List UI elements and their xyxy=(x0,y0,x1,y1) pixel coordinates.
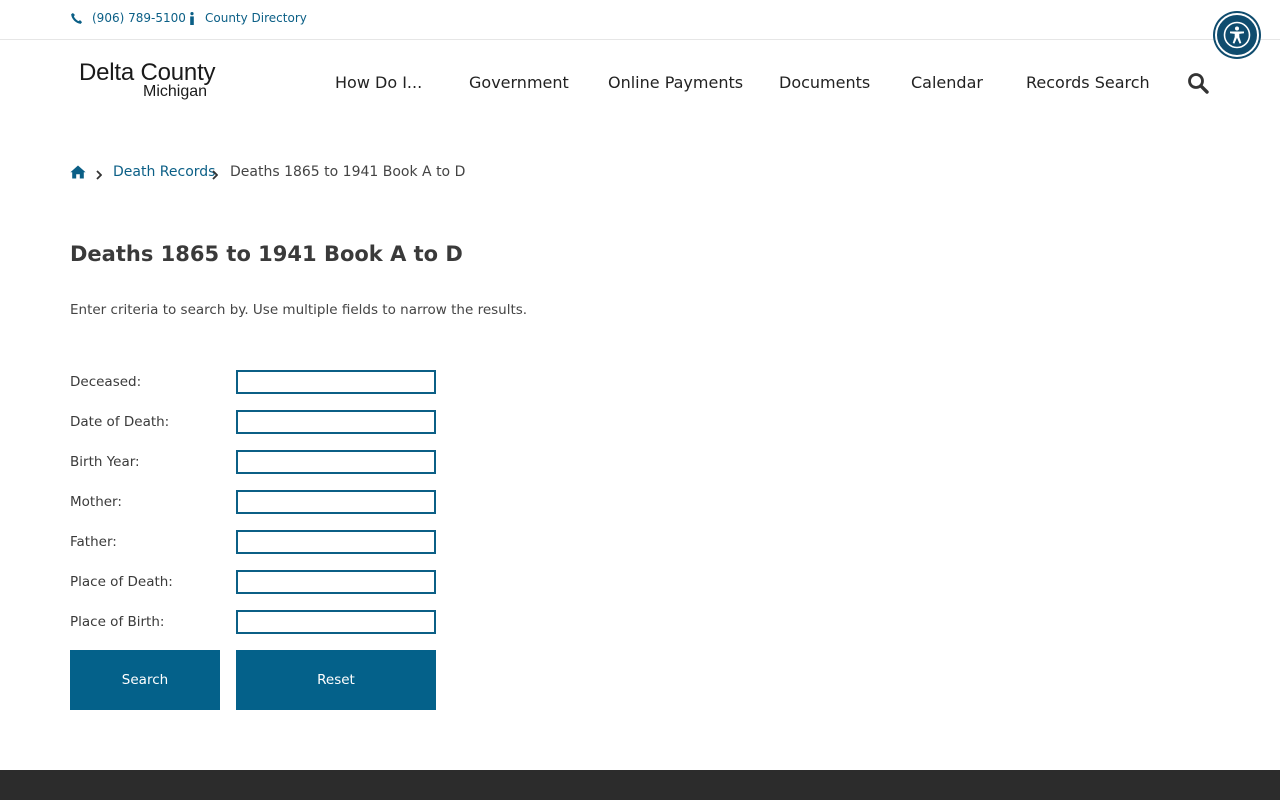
father-input[interactable] xyxy=(236,530,436,554)
place-of-death-label: Place of Death: xyxy=(70,574,173,590)
breadcrumb-current: Deaths 1865 to 1941 Book A to D xyxy=(230,164,466,180)
date-of-death-label: Date of Death: xyxy=(70,414,170,430)
search-button[interactable]: Search xyxy=(70,650,220,710)
nav-online-payments[interactable]: Online Payments xyxy=(608,73,743,92)
chevron-right-icon xyxy=(96,168,103,184)
form-row-father: Father: xyxy=(70,530,440,554)
form-row-mother: Mother: xyxy=(70,490,440,514)
form-row-place-of-death: Place of Death: xyxy=(70,570,440,594)
place-of-birth-input[interactable] xyxy=(236,610,436,634)
place-of-death-input[interactable] xyxy=(236,570,436,594)
site-search-button[interactable] xyxy=(1187,72,1209,94)
form-row-date-of-death: Date of Death: xyxy=(70,410,440,434)
mother-label: Mother: xyxy=(70,494,122,510)
form-row-deceased: Deceased: xyxy=(70,370,440,394)
nav-government[interactable]: Government xyxy=(469,73,569,92)
deceased-input[interactable] xyxy=(236,370,436,394)
page-title: Deaths 1865 to 1941 Book A to D xyxy=(70,242,463,266)
breadcrumb: Death Records Deaths 1865 to 1941 Book A… xyxy=(70,164,670,182)
footer xyxy=(0,770,1280,800)
form-row-place-of-birth: Place of Birth: xyxy=(70,610,440,634)
breadcrumb-death-records[interactable]: Death Records xyxy=(113,164,215,180)
county-directory-label: County Directory xyxy=(205,11,307,25)
phone-icon xyxy=(71,12,83,24)
mother-input[interactable] xyxy=(236,490,436,514)
father-label: Father: xyxy=(70,534,117,550)
place-of-birth-label: Place of Birth: xyxy=(70,614,165,630)
search-icon xyxy=(1188,73,1209,94)
main-nav: How Do I... Government Online Payments D… xyxy=(0,73,1280,95)
chevron-right-icon xyxy=(212,168,219,184)
form-row-birth-year: Birth Year: xyxy=(70,450,440,474)
deceased-label: Deceased: xyxy=(70,374,142,390)
date-of-death-input[interactable] xyxy=(236,410,436,434)
phone-number: (906) 789-5100 xyxy=(92,11,186,25)
nav-calendar[interactable]: Calendar xyxy=(911,73,983,92)
nav-documents[interactable]: Documents xyxy=(779,73,870,92)
county-directory-link[interactable]: County Directory xyxy=(189,11,307,25)
intro-text: Enter criteria to search by. Use multipl… xyxy=(70,302,528,318)
accessibility-icon xyxy=(1223,21,1251,49)
birth-year-input[interactable] xyxy=(236,450,436,474)
breadcrumb-home[interactable] xyxy=(70,165,86,183)
nav-records-search[interactable]: Records Search xyxy=(1026,73,1150,92)
home-icon xyxy=(70,165,86,179)
reset-button[interactable]: Reset xyxy=(236,650,436,710)
info-icon xyxy=(190,11,194,25)
nav-how-do-i[interactable]: How Do I... xyxy=(335,73,422,92)
accessibility-button[interactable] xyxy=(1215,13,1259,57)
phone-link[interactable]: (906) 789-5100 xyxy=(70,11,186,25)
birth-year-label: Birth Year: xyxy=(70,454,140,470)
utility-bar: (906) 789-5100 County Directory xyxy=(0,0,1280,40)
